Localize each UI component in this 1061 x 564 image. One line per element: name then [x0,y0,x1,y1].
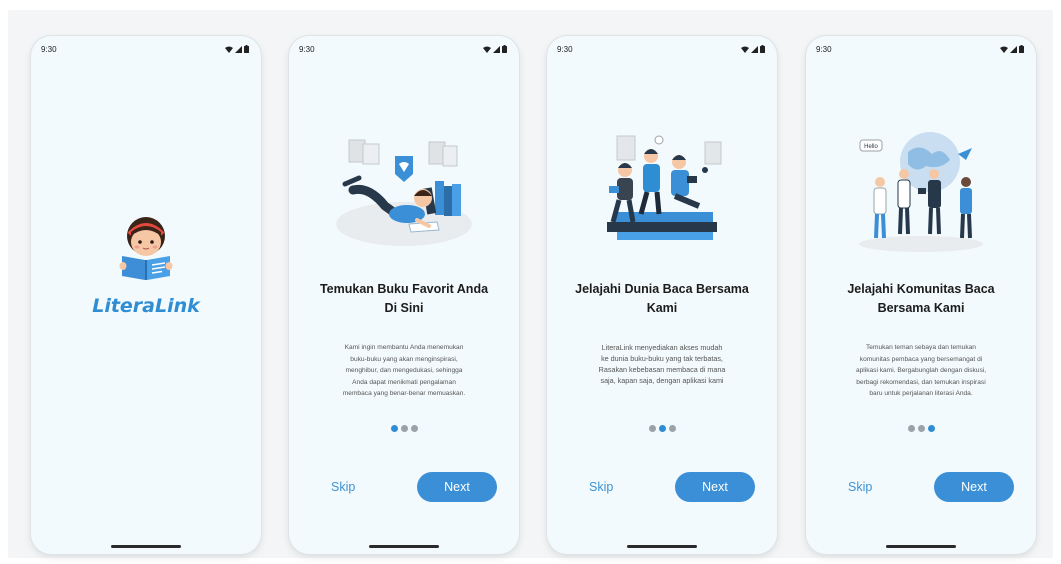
wifi-icon [741,46,749,53]
desc-line: komunitas pembaca yang bersemangat di [859,355,983,363]
battery-icon [760,45,765,53]
wifi-icon [1000,46,1008,53]
home-indicator [886,545,956,548]
page-dot [917,425,925,432]
reading-girl-icon [119,217,173,280]
signal-icon [493,45,500,53]
page-dot-active [927,425,935,432]
title-line: Di Sini [384,301,424,315]
page-indicator [547,425,777,432]
desc-line: Rasakan kebebasan membaca di mana [598,365,726,374]
home-indicator [627,545,697,548]
desc-line: Anda dapat menikmati pengalaman [352,378,456,386]
community-illustration: Hello [859,132,983,252]
page-dot [410,425,418,432]
signal-icon [235,45,242,53]
signal-icon [1010,45,1017,53]
page-dot [400,425,408,432]
title-line: Jelajahi Komunitas Baca [847,282,995,296]
phone-onboarding-3: 9:30 Hello Jelajahi Komunitas Baca Bersa… [806,36,1036,554]
page-dot-active [658,425,666,432]
group-reading-illustration [607,135,722,240]
desc-line: Kami ingin membantu Anda menemukan [344,344,464,351]
desc-line: aplikasi kami. Bergabunglah dengan disku… [855,367,987,374]
desc-line: baru untuk perjalanan literasi Anda. [869,390,973,397]
status-time: 9:30 [41,44,57,54]
page-indicator [289,425,519,432]
status-bar: 9:30 [557,43,765,55]
status-bar: 9:30 [816,43,1024,55]
status-icons [1000,45,1024,53]
page-indicator [806,425,1036,432]
next-button[interactable]: Next [675,472,755,502]
signal-icon [751,45,758,53]
battery-icon [1019,45,1024,53]
title-line: Temukan Buku Favorit Anda [319,282,489,296]
page-dot-active [390,425,398,432]
desc-line: LiteraLink menyediakan akses mudah [601,343,723,352]
battery-icon [502,45,507,53]
onboarding-title: Jelajahi Dunia Baca Bersama Kami [557,280,767,318]
onboarding-title: Jelajahi Komunitas Baca Bersama Kami [816,280,1026,318]
phone-onboarding-2: 9:30 Jelajahi Dunia Baca Bersama Kami Li… [547,36,777,554]
status-icons [741,45,765,53]
skip-button[interactable]: Skip [848,480,872,494]
desc-line: menghibur, dan mengedukasi, sehingga [345,367,463,374]
status-time: 9:30 [816,44,832,54]
home-indicator [369,545,439,548]
app-logo-text: LiteraLink [92,295,200,317]
hello-bubble-text: Hello [864,144,878,150]
desc-line: saja, kapan saja, dengan aplikasi kami [600,376,724,385]
onboarding-description: Kami ingin membantu Anda menemukan buku-… [313,342,495,400]
title-line: Bersama Kami [877,301,965,315]
reading-on-floor-illustration [336,139,472,246]
skip-button[interactable]: Skip [331,480,355,494]
desc-line: berbagi rekomendasi, dan temukan inspira… [856,378,986,386]
home-indicator [111,545,181,548]
onboarding-title: Temukan Buku Favorit Anda Di Sini [299,280,509,318]
status-bar: 9:30 [41,43,249,55]
title-line: Jelajahi Dunia Baca Bersama [575,282,749,296]
skip-button[interactable]: Skip [589,480,613,494]
status-icons [483,45,507,53]
wifi-icon [483,46,491,53]
desc-line: ke dunia buku-buku yang tak terbatas, [601,354,723,363]
phone-splash: 9:30 LiteraLink [31,36,261,554]
phone-onboarding-1: 9:30 Temukan Buku Favorit Anda Di Sini K… [289,36,519,554]
next-button[interactable]: Next [417,472,497,502]
page-dot [907,425,915,432]
next-button[interactable]: Next [934,472,1014,502]
desc-line: Temukan teman sebaya dan temukan [866,344,976,351]
status-bar: 9:30 [299,43,507,55]
title-line: Kami [646,301,678,315]
status-time: 9:30 [557,44,573,54]
status-time: 9:30 [299,44,315,54]
wifi-icon [225,46,233,53]
page-dot [648,425,656,432]
battery-icon [244,45,249,53]
desc-line: membaca yang benar-benar memuaskan. [342,390,466,397]
onboarding-description: LiteraLink menyediakan akses mudah ke du… [571,342,753,386]
status-icons [225,45,249,53]
page-dot [668,425,676,432]
onboarding-description: Temukan teman sebaya dan temukan komunit… [824,342,1018,400]
desc-line: buku-buku yang akan menginspirasi, [350,355,458,363]
